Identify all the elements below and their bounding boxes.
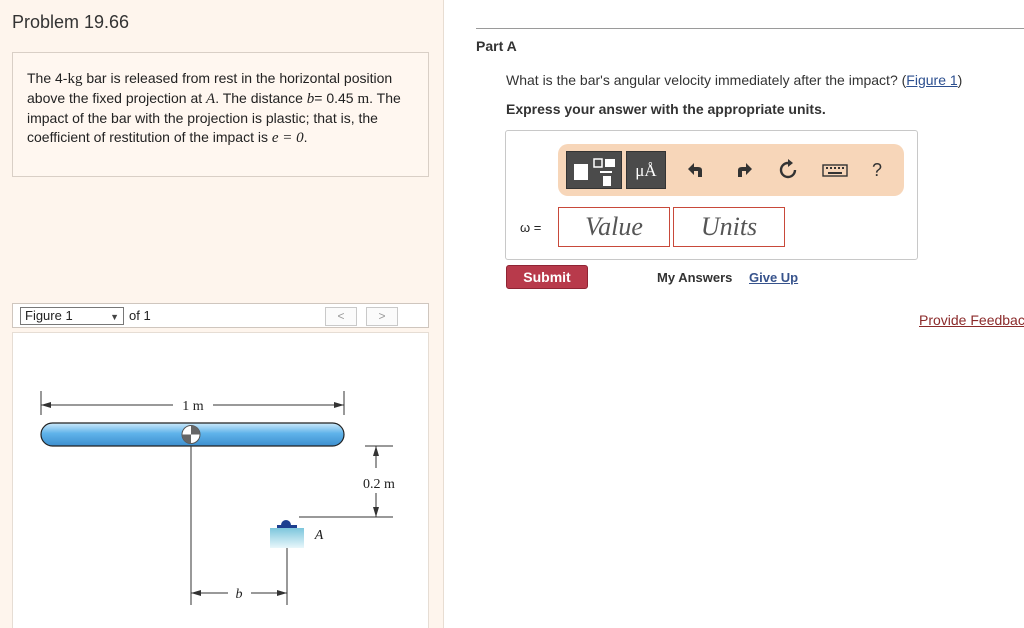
answer-box: μÅ ? ω = Value Units xyxy=(505,130,918,260)
problem-text-part: . The distance xyxy=(215,90,307,106)
keyboard-icon[interactable] xyxy=(820,157,850,183)
projection-support xyxy=(270,520,304,605)
templates-button[interactable] xyxy=(566,151,622,189)
figure-link[interactable]: Figure 1 xyxy=(906,72,957,88)
help-icon[interactable]: ? xyxy=(865,157,889,183)
figure-canvas: 1 m 0.2 m A b xyxy=(12,332,429,628)
mass-unit: kg xyxy=(67,71,83,87)
next-figure-button[interactable]: > xyxy=(366,307,398,326)
height-label: 0.2 m xyxy=(363,477,395,492)
point-a-label: A xyxy=(314,528,324,543)
figure-count: of 1 xyxy=(129,308,151,323)
redo-icon[interactable] xyxy=(730,157,754,183)
previous-figure-button[interactable]: < xyxy=(325,307,357,326)
value-input[interactable]: Value xyxy=(558,207,670,247)
problem-statement: The 4-kg bar is released from rest in th… xyxy=(27,69,414,148)
variable-label: ω = xyxy=(520,220,542,235)
give-up-link[interactable]: Give Up xyxy=(749,270,798,285)
part-title: Part A xyxy=(476,38,517,54)
problem-title: Problem 19.66 xyxy=(12,12,130,32)
math-toolbar: μÅ ? xyxy=(558,144,904,196)
question-body: What is the bar's angular velocity immed… xyxy=(506,72,907,88)
center-of-mass-icon xyxy=(181,425,201,444)
figure-select[interactable]: Figure 1 ▼ xyxy=(20,307,124,325)
units-input[interactable]: Units xyxy=(673,207,785,247)
submit-button[interactable]: Submit xyxy=(506,265,588,289)
point-label: A xyxy=(206,91,216,107)
problem-statement-box: The 4-kg bar is released from rest in th… xyxy=(12,52,429,177)
my-answers-link[interactable]: My Answers xyxy=(657,270,732,285)
part-divider xyxy=(476,28,1024,29)
distance-label: b xyxy=(236,587,243,602)
undo-icon[interactable] xyxy=(686,157,710,183)
instruction-text: Express your answer with the appropriate… xyxy=(506,101,826,117)
bar-diagram: 1 m 0.2 m A b xyxy=(40,391,395,605)
problem-text-part: = 0.45 xyxy=(314,90,358,106)
reset-icon[interactable] xyxy=(776,157,800,183)
length-label: 1 m xyxy=(182,399,204,414)
problem-pane: Problem 19.66 The 4-kg bar is released f… xyxy=(0,0,444,628)
figure-select-value: Figure 1 xyxy=(25,308,73,323)
restitution-coefficient: e = 0 xyxy=(271,130,304,146)
figure-navigation-bar: Figure 1 ▼ of 1 < > xyxy=(12,303,429,328)
question-end: ) xyxy=(957,72,963,88)
template-icon xyxy=(574,158,615,186)
provide-feedback-link[interactable]: Provide Feedback xyxy=(919,312,1024,328)
problem-text-part: The 4- xyxy=(27,70,68,86)
problem-text-part: . xyxy=(303,129,308,145)
caret-down-icon: ▼ xyxy=(110,312,119,322)
distance-unit: m xyxy=(357,91,370,107)
question-text: What is the bar's angular velocity immed… xyxy=(506,72,962,88)
units-button[interactable]: μÅ xyxy=(626,151,666,189)
